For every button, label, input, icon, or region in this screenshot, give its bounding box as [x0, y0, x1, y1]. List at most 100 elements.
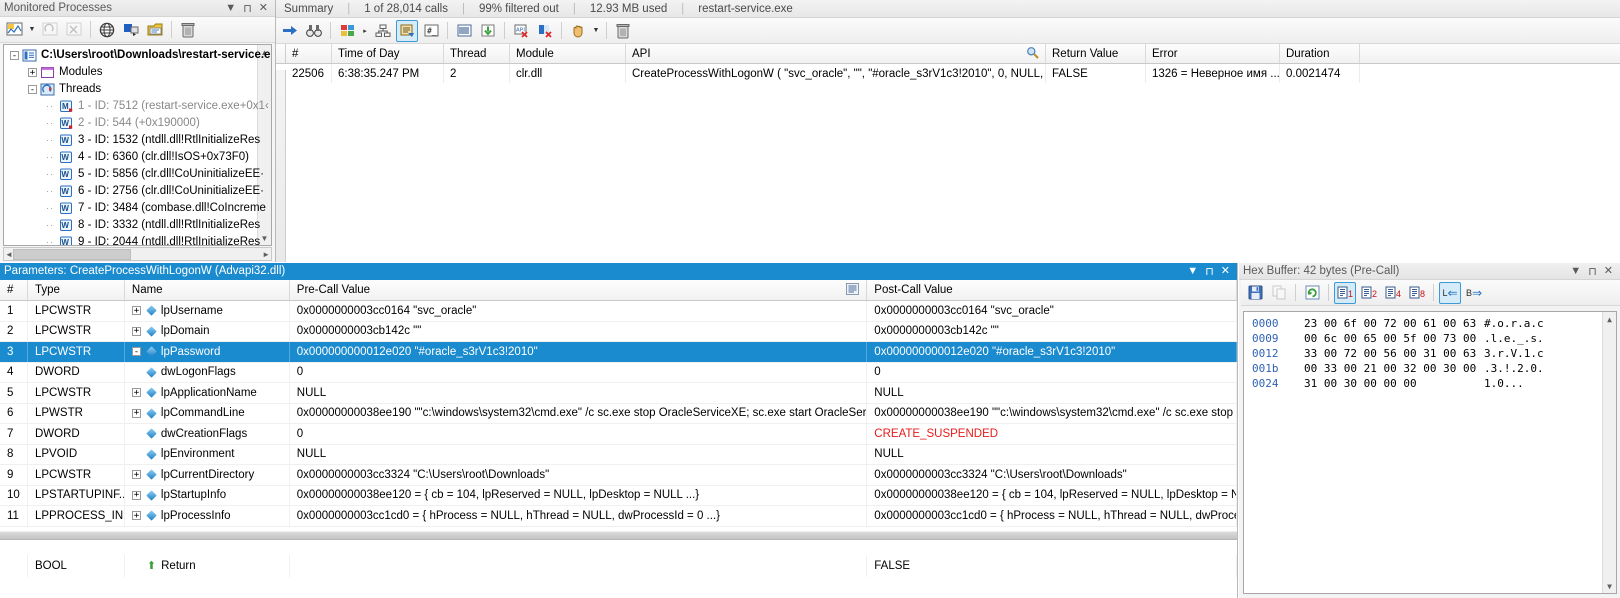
tree-node[interactable]: ·· W 9 - ID: 2044 (ntdll.dll!RtlInitialize…	[4, 234, 271, 245]
binoculars-icon[interactable]	[303, 20, 325, 42]
parameters-return-row[interactable]: BOOL ⬆ Return FALSE	[0, 554, 1237, 577]
pin-icon[interactable]: ⊓	[1205, 266, 1214, 277]
collapse-icon[interactable]: -	[10, 51, 19, 60]
hex-line[interactable]: 001b 00 33 00 21 00 32 00 30 00 .3.!.2.0.	[1244, 361, 1616, 376]
refresh-icon[interactable]	[1301, 282, 1323, 304]
column-header-dur[interactable]: Duration	[1280, 44, 1360, 63]
parameter-row[interactable]: 11 LPPROCESS_IN... + lpProcessInfo 0x0000000…	[0, 506, 1237, 527]
hand-pause-icon[interactable]	[567, 20, 589, 42]
hex-line[interactable]: 0024 31 00 30 00 00 00 1.0...	[1244, 376, 1616, 391]
column-header-thread[interactable]: Thread	[444, 44, 510, 63]
parameter-row[interactable]: 5 LPCWSTR + lpApplicationName NULL NULL	[0, 383, 1237, 404]
scroll-right-icon[interactable]: ►	[262, 250, 270, 259]
parameter-row[interactable]: 1 LPCWSTR + lpUsername 0x0000000003cc0164 "s…	[0, 301, 1237, 322]
scroll-left-icon[interactable]: ◄	[5, 250, 13, 259]
parameter-row[interactable]: 2 LPCWSTR + lpDomain 0x0000000003cb142c "" 0x…	[0, 321, 1237, 342]
pin-icon[interactable]: ⊓	[1588, 266, 1597, 277]
column-header-time[interactable]: Time of Day	[332, 44, 444, 63]
details-view-icon[interactable]	[396, 19, 418, 42]
parameter-row[interactable]: 10 LPSTARTUPINF... + lpStartupInfo 0x0000000…	[0, 485, 1237, 506]
parameter-row[interactable]: 8 LPVOID lpEnvironment NULL NULL	[0, 444, 1237, 465]
hand-caret-icon[interactable]: ▼	[591, 27, 601, 34]
properties-icon[interactable]	[144, 19, 166, 41]
table-row[interactable]: 22506 6:38:35.247 PM 2 clr.dll CreateProcess…	[286, 64, 1620, 83]
expand-icon[interactable]: +	[28, 68, 37, 77]
expand-icon[interactable]: +	[131, 470, 141, 480]
tree-node[interactable]: - Threads	[4, 81, 271, 98]
api-calls-header-row[interactable]: # Time of Day Thread Module API Return Value E…	[286, 44, 1620, 64]
hex-vertical-scrollbar[interactable]: ▲ ▼	[1602, 312, 1616, 593]
chevron-down-icon[interactable]: ▼	[225, 2, 236, 14]
api-calls-rows[interactable]: 22506 6:38:35.247 PM 2 clr.dll CreateProcess…	[286, 64, 1620, 83]
chevron-down-icon[interactable]: ▼	[1187, 266, 1198, 277]
hash-icon[interactable]: #_	[420, 20, 442, 42]
parameter-row[interactable]: 3 LPCWSTR - lpPassword 0x000000000012e020 "#…	[0, 342, 1237, 363]
byte-width-2-icon[interactable]: 2	[1358, 282, 1380, 304]
dropdown-caret-icon[interactable]: ▼	[27, 26, 37, 33]
export-down-icon[interactable]	[477, 20, 499, 42]
hex-line[interactable]: 0009 00 6c 00 65 00 5f 00 73 00 .l.e._.s.	[1244, 331, 1616, 346]
expand-icon[interactable]: +	[131, 408, 141, 418]
pin-icon[interactable]: ⊓	[243, 3, 252, 14]
tree-node[interactable]: ·· W 6 - ID: 2756 (clr.dll!CoUninitializeE…	[4, 183, 271, 200]
column-header-ret[interactable]: Return Value	[1046, 44, 1146, 63]
arrow-right-icon[interactable]	[279, 20, 301, 42]
tree-node[interactable]: + Modules	[4, 64, 271, 81]
collapse-icon[interactable]: -	[28, 85, 37, 94]
columns-icon[interactable]	[336, 20, 358, 42]
chevron-down-icon[interactable]: ▼	[1570, 265, 1581, 277]
scroll-up-icon[interactable]: ▲	[1607, 312, 1612, 326]
tree-node[interactable]: - C:\Users\root\Downloads\restart-service…	[4, 47, 271, 64]
api-calls-grid[interactable]: # Time of Day Thread Module API Return Value E…	[276, 44, 1620, 262]
close-icon[interactable]: ✕	[1604, 265, 1613, 277]
little-endian-icon[interactable]: L ⇐	[1439, 281, 1461, 304]
search-icon[interactable]	[1026, 46, 1039, 62]
parameter-row[interactable]: 9 LPCWSTR + lpCurrentDirectory 0x0000000003c…	[0, 465, 1237, 486]
module-filter-clear-icon[interactable]	[534, 20, 556, 42]
trash-icon[interactable]	[177, 19, 199, 41]
hierarchy-icon[interactable]	[372, 20, 394, 42]
parameters-rows[interactable]: 1 LPCWSTR + lpUsername 0x0000000003cc0164 "s…	[0, 301, 1237, 527]
parameter-row[interactable]: 4 DWORD dwLogonFlags 0 0	[0, 362, 1237, 383]
close-icon[interactable]: ✕	[1221, 266, 1230, 277]
parameter-row[interactable]: 7 DWORD dwCreationFlags 0 CREATE_SUSPENDED	[0, 424, 1237, 445]
attach-process-icon[interactable]	[120, 19, 142, 41]
tree-node[interactable]: ·· W 5 - ID: 5856 (clr.dll!CoUninitializeE…	[4, 166, 271, 183]
hscroll-thumb[interactable]	[12, 248, 131, 260]
expand-icon[interactable]: +	[131, 388, 141, 398]
tree-node[interactable]: ·· W 3 - ID: 1532 (ntdll.dll!RtlInitialize…	[4, 132, 271, 149]
hex-line[interactable]: 0000 23 00 6f 00 72 00 61 00 63 #.o.r.a.c	[1244, 316, 1616, 331]
column-header-err[interactable]: Error	[1146, 44, 1280, 63]
clear-trace-trash-icon[interactable]	[612, 20, 634, 42]
close-icon[interactable]: ✕	[259, 2, 268, 14]
scroll-down-icon[interactable]: ▼	[1607, 579, 1612, 593]
globe-icon[interactable]	[96, 19, 118, 41]
grid-bars-icon[interactable]	[453, 20, 475, 42]
tree-node[interactable]: ·· M 1 - ID: 7512 (restart-service.exe+0x1…	[4, 98, 271, 115]
save-floppy-icon[interactable]	[1244, 282, 1266, 304]
tree-node[interactable]: ·· W 2 - ID: 544 (+0x190000)	[4, 115, 271, 132]
tree-node[interactable]: ·· W 4 - ID: 6360 (clr.dll!IsOS+0x73F0)	[4, 149, 271, 166]
param-column-header-idx[interactable]: #	[0, 280, 28, 300]
column-header-num[interactable]: #	[286, 44, 332, 63]
hex-line[interactable]: 0012 33 00 72 00 56 00 31 00 63 3.r.V.1.c	[1244, 346, 1616, 361]
grid-settings-icon[interactable]	[846, 282, 860, 298]
byte-width-4-icon[interactable]: 4	[1382, 282, 1404, 304]
hex-buffer-view[interactable]: ▲ ▼ 0000 23 00 6f 00 72 00 61 00 63 #.o.r.…	[1243, 311, 1617, 594]
process-tree[interactable]: ▲ ▼ - C:\Users\root\Downloads\restart-ser…	[3, 44, 272, 246]
parameters-splitter[interactable]	[0, 530, 1237, 540]
expand-icon[interactable]: +	[131, 490, 141, 500]
parameter-row[interactable]: 6 LPWSTR + lpCommandLine 0x00000000038ee190 …	[0, 403, 1237, 424]
param-column-header-name[interactable]: Name	[125, 280, 290, 300]
byte-width-1-icon[interactable]: 1	[1334, 281, 1356, 304]
param-column-header-post[interactable]: Post-Call Value	[867, 280, 1237, 300]
param-column-header-pre[interactable]: Pre-Call Value	[290, 280, 868, 300]
expand-icon[interactable]: +	[131, 306, 141, 316]
columns-caret-icon[interactable]: ▸	[360, 27, 370, 35]
param-column-header-type[interactable]: Type	[28, 280, 125, 300]
parameters-header-row[interactable]: # Type Name Pre-Call Value Post-Call Value	[0, 280, 1237, 301]
column-header-module[interactable]: Module	[510, 44, 626, 63]
tree-node[interactable]: ·· W 7 - ID: 3484 (combase.dll!CoIncreme	[4, 200, 271, 217]
tree-horizontal-scrollbar[interactable]: ◄ ►	[3, 247, 272, 261]
tree-node[interactable]: ·· W 8 - ID: 3332 (ntdll.dll!RtlInitialize…	[4, 217, 271, 234]
